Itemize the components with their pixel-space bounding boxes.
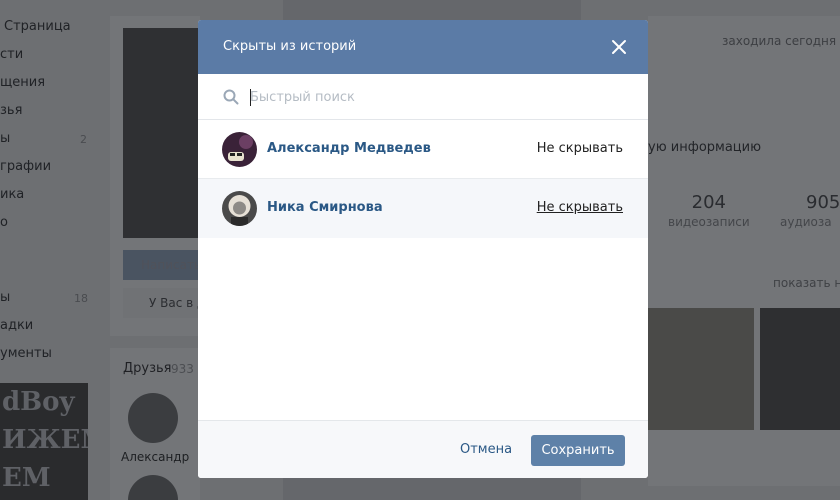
avatar-image — [222, 132, 257, 167]
dialog-title: Скрыты из историй — [223, 39, 357, 54]
menu-item-documents[interactable]: ументы — [0, 346, 52, 361]
menu-count-games: 18 — [74, 292, 88, 305]
menu-item-bookmarks[interactable]: адки — [0, 318, 33, 333]
photo-thumbnail[interactable] — [648, 308, 754, 430]
friend-avatar[interactable] — [128, 393, 178, 443]
hidden-from-stories-dialog: Скрыты из историй Александр Медведев Не … — [198, 20, 648, 478]
menu-item-news[interactable]: сти — [0, 47, 23, 62]
close-icon — [612, 40, 626, 54]
photo-thumbnail[interactable] — [760, 308, 840, 430]
menu-item-video[interactable]: о — [0, 215, 8, 230]
menu-item-photos[interactable]: графии — [0, 159, 51, 174]
search-icon — [223, 89, 239, 105]
friend-status-button[interactable]: У Вас в д — [123, 288, 203, 318]
dialog-footer: Отмена Сохранить — [198, 420, 648, 478]
show-all-link[interactable]: показать н — [773, 276, 840, 290]
stat-videos-label: видеозаписи — [668, 215, 750, 229]
detailed-info-link[interactable]: ую информацию — [648, 140, 761, 155]
list-item: Александр Медведев Не скрывать — [198, 120, 648, 179]
dialog-header: Скрыты из историй — [198, 20, 648, 74]
stat-audio-value: 905 — [806, 192, 840, 213]
unhide-link[interactable]: Не скрывать — [537, 200, 623, 215]
menu-item-messages[interactable]: щения — [0, 75, 45, 90]
avatar[interactable] — [222, 191, 257, 226]
book-cover-image: dBoy ИЖЕМ ЕМ — [0, 383, 88, 500]
menu-item-music[interactable]: ика — [0, 187, 24, 202]
friends-count: 933 — [171, 362, 194, 376]
unhide-link[interactable]: Не скрывать — [537, 141, 623, 156]
online-status: заходила сегодня в — [722, 34, 840, 48]
avatar-image — [222, 191, 257, 226]
profile-photo[interactable] — [123, 28, 203, 238]
search-input[interactable] — [250, 86, 610, 108]
close-button[interactable] — [608, 36, 630, 58]
menu-item-friends[interactable]: зья — [0, 103, 22, 118]
list-item: Ника Смирнова Не скрывать — [198, 179, 648, 238]
save-button[interactable]: Сохранить — [531, 435, 625, 466]
avatar[interactable] — [222, 132, 257, 167]
menu-item-groups[interactable]: ы — [0, 131, 10, 146]
book-cover-text: dBoy ИЖЕМ ЕМ — [2, 387, 88, 493]
stat-videos-value: 204 — [691, 192, 727, 213]
friend-name[interactable]: Александр — [121, 450, 189, 464]
search-bar — [198, 74, 648, 120]
write-message-button[interactable]: Написать — [123, 250, 203, 280]
cancel-button[interactable]: Отмена — [460, 442, 512, 457]
user-name[interactable]: Александр Медведев — [267, 141, 431, 156]
text-caret — [250, 89, 251, 106]
friends-title[interactable]: Друзья — [123, 361, 172, 376]
stat-videos[interactable]: 204 видеозаписи — [668, 192, 750, 230]
stat-audio-label: аудиоза — [780, 215, 832, 229]
menu-item-my-page[interactable]: Страница — [4, 19, 71, 34]
menu-item-games[interactable]: ы — [0, 290, 10, 305]
user-name[interactable]: Ника Смирнова — [267, 200, 383, 215]
stat-audio[interactable]: 905 аудиоза — [780, 192, 840, 230]
menu-count-groups: 2 — [80, 133, 87, 146]
